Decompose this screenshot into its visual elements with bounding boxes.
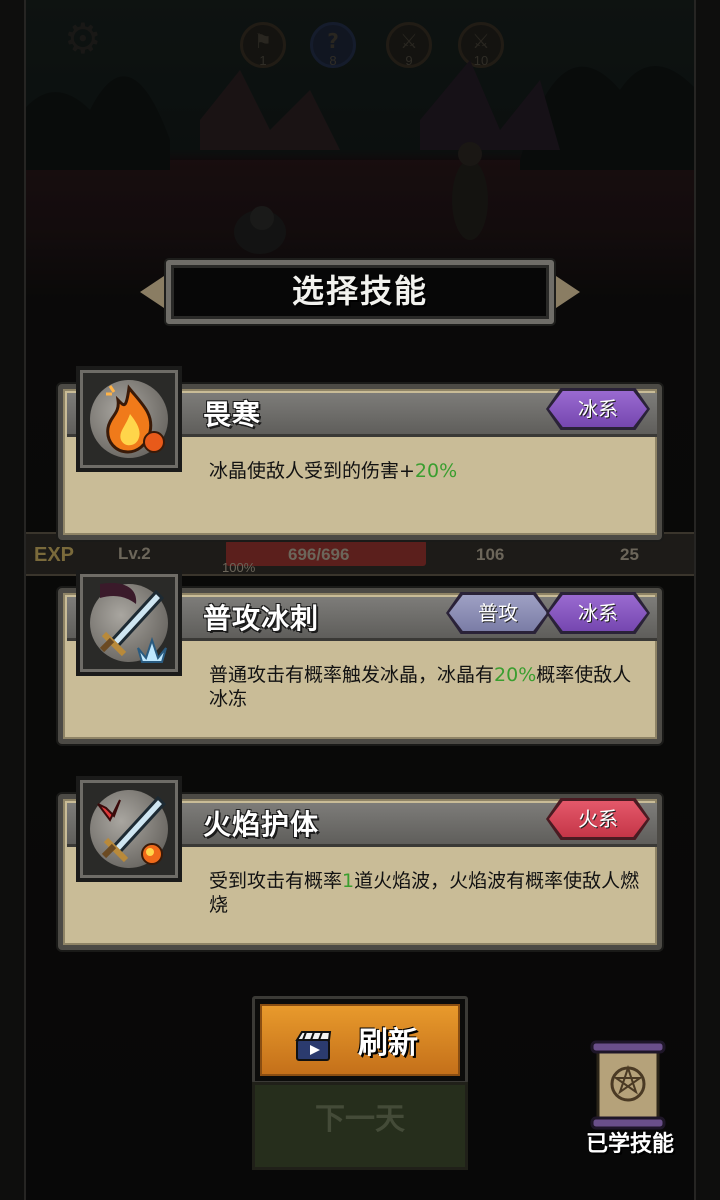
skill-description: 普通攻击有概率触发冰晶，冰晶有20%概率使敌人冰冻 (209, 663, 649, 711)
hp-text: 696/696 (288, 545, 350, 564)
skill-card-2[interactable]: 普攻冰刺 普通攻击有概率触发冰晶，冰晶有20%概率使敌人冰冻 普攻 冰系 (58, 570, 662, 744)
skill-description: 受到攻击有概率1道火焰波，火焰波有概率使敌人燃烧 (209, 869, 649, 917)
banner-right-ornament (550, 272, 580, 312)
next-day-label: 下一天 (315, 1102, 405, 1137)
desc-highlight: 20% (414, 460, 458, 482)
skill-card-3[interactable]: 火焰护体 受到攻击有概率1道火焰波，火焰波有概率使敌人燃烧 火系 (58, 776, 662, 950)
refresh-button[interactable]: 刷新 (252, 996, 468, 1084)
title-box: 选择技能 (166, 260, 554, 324)
skill-card-1[interactable]: 畏寒 冰晶使敌人受到的伤害+20% 冰系 (58, 366, 662, 540)
tag-label: 冰系 (578, 601, 618, 625)
desc-text: 受到攻击有概率 (209, 870, 343, 892)
skill-name: 畏寒 (203, 398, 262, 431)
tag-label: 冰系 (578, 397, 618, 421)
tag-fire: 火系 (546, 798, 650, 840)
tag-ice: 冰系 (546, 388, 650, 430)
fire-orb-icon (76, 366, 182, 472)
right-frame (694, 0, 720, 1200)
left-frame (0, 0, 26, 1200)
refresh-button-face: 刷新 (260, 1004, 460, 1076)
desc-text: 冰晶使敌人受到的伤害+ (209, 460, 415, 482)
scroll-icon (590, 1040, 666, 1130)
defense-value: 25 (620, 545, 639, 564)
skill-description: 冰晶使敌人受到的伤害+20% (209, 459, 649, 483)
next-day-button[interactable]: 下一天 (252, 1082, 468, 1170)
skill-name: 普攻冰刺 (203, 602, 320, 635)
learned-skills-label: 已学技能 (585, 1132, 674, 1157)
exp-label: EXP (34, 544, 75, 566)
tag-label: 火系 (578, 807, 618, 831)
refresh-label: 刷新 (358, 1026, 418, 1061)
sword-fire-icon (76, 776, 182, 882)
page-title: 选择技能 (291, 272, 428, 310)
tag-label: 普攻 (478, 601, 518, 625)
desc-highlight: 20% (494, 664, 537, 686)
title-banner: 选择技能 (140, 256, 580, 328)
tag-ice: 冰系 (546, 592, 650, 634)
desc-text: 普通攻击有概率触发冰晶，冰晶有 (209, 664, 495, 686)
desc-highlight: 1 (342, 870, 355, 892)
attack-value: 106 (476, 545, 505, 564)
learned-skills-button[interactable]: 已学技能 (572, 1038, 688, 1162)
skill-name: 火焰护体 (203, 808, 320, 841)
sword-ice-icon (76, 570, 182, 676)
video-clapper-icon (295, 1031, 332, 1061)
exp-percent: 100% (222, 560, 256, 575)
tag-basic-attack: 普攻 (446, 592, 550, 634)
level-text: Lv.2 (118, 544, 151, 563)
